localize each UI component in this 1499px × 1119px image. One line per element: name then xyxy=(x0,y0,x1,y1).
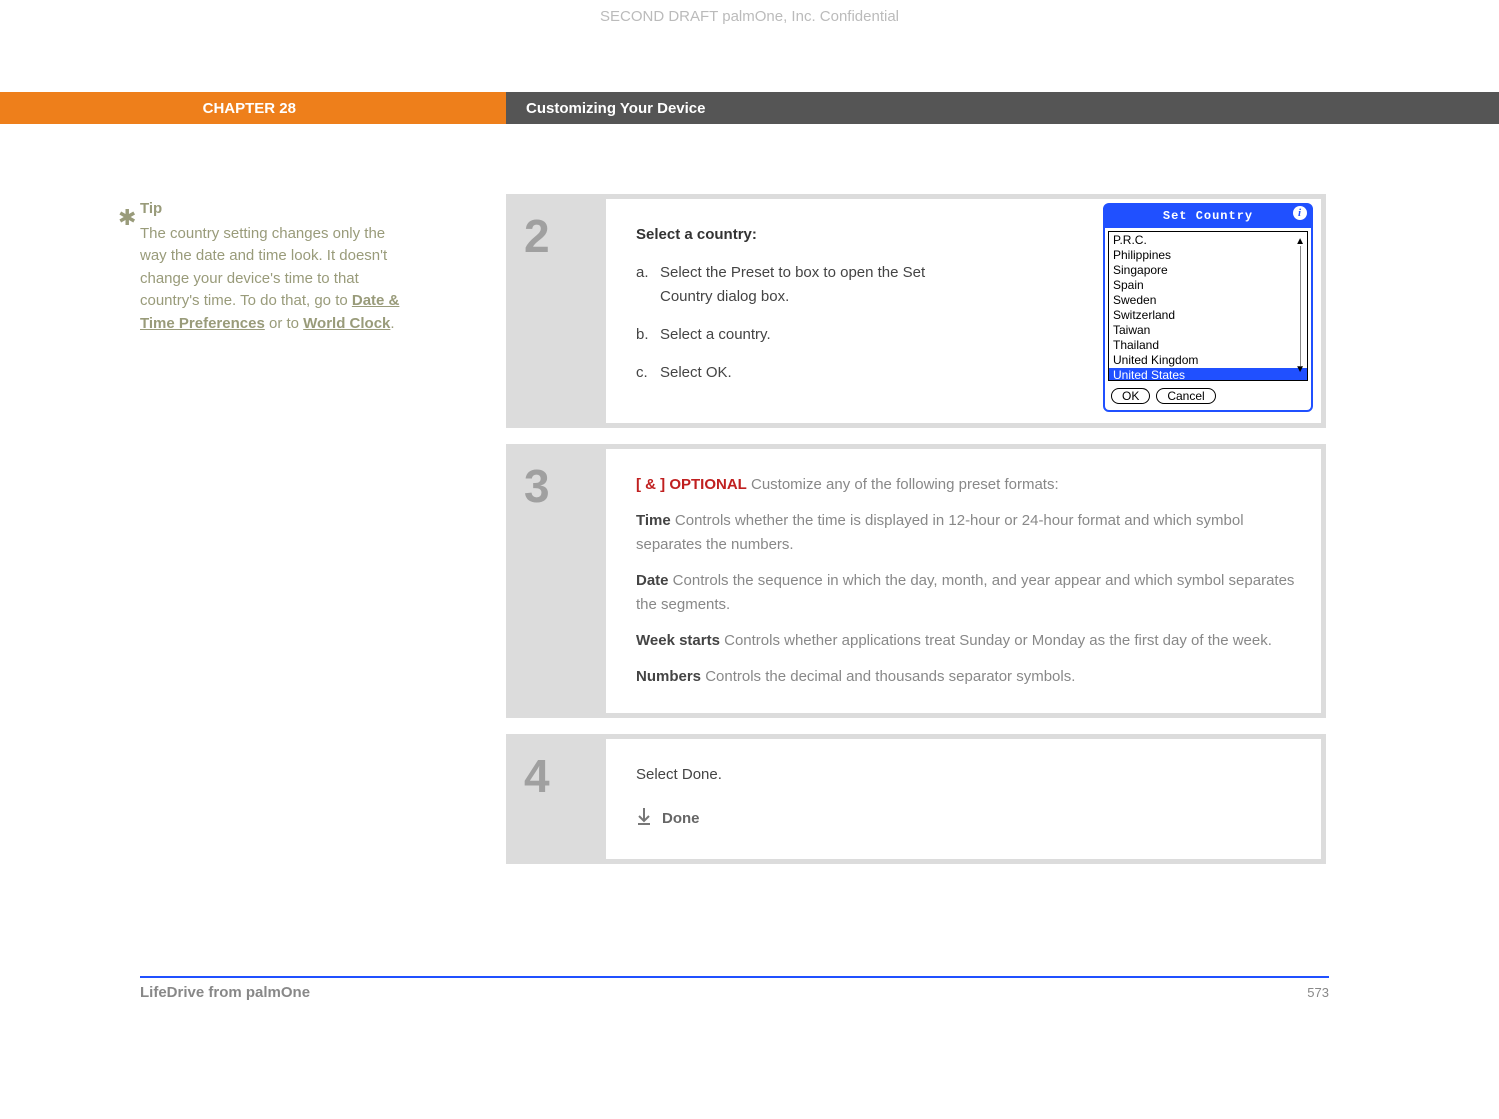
step-2-content: Select a country: a.Select the Preset to… xyxy=(606,199,1321,423)
step-2c-text: Select OK. xyxy=(660,361,732,385)
step-2b-marker: b. xyxy=(636,323,660,347)
list-item[interactable]: Singapore xyxy=(1109,263,1307,278)
set-country-dialog: Set Country i P.R.C. Philippines Singapo… xyxy=(1103,203,1313,412)
step-2-number: 2 xyxy=(506,199,606,423)
page-number: 573 xyxy=(1307,985,1329,1000)
step-4-content: Select Done. Done xyxy=(606,739,1321,859)
step-2a-text: Select the Preset to box to open the Set… xyxy=(660,261,936,309)
ok-button[interactable]: OK xyxy=(1111,388,1150,404)
watermark-header: SECOND DRAFT palmOne, Inc. Confidential xyxy=(0,8,1499,25)
list-item[interactable]: United Kingdom xyxy=(1109,353,1307,368)
list-item[interactable]: Thailand xyxy=(1109,338,1307,353)
optional-tag: [ & ] OPTIONAL xyxy=(636,476,747,493)
step-4-number: 4 xyxy=(506,739,606,859)
time-desc: Controls whether the time is displayed i… xyxy=(636,512,1244,553)
page-footer: LifeDrive from palmOne 573 xyxy=(140,976,1329,1001)
step-3-block: 3 [ & ] OPTIONAL Customize any of the fo… xyxy=(506,444,1326,718)
done-label: Done xyxy=(662,807,700,831)
step-2b-text: Select a country. xyxy=(660,323,771,347)
tip-body-end: . xyxy=(390,315,394,332)
list-item[interactable]: Spain xyxy=(1109,278,1307,293)
country-list[interactable]: P.R.C. Philippines Singapore Spain Swede… xyxy=(1108,231,1308,381)
optional-suffix: Customize any of the following preset fo… xyxy=(747,476,1059,493)
tip-body-mid: or to xyxy=(265,315,303,332)
date-desc: Controls the sequence in which the day, … xyxy=(636,572,1294,613)
list-item[interactable]: Philippines xyxy=(1109,248,1307,263)
step-3-content: [ & ] OPTIONAL Customize any of the foll… xyxy=(606,449,1321,713)
list-item[interactable]: Switzerland xyxy=(1109,308,1307,323)
tip-asterisk-icon: ✱ xyxy=(118,201,136,234)
list-item[interactable]: Sweden xyxy=(1109,293,1307,308)
chapter-title: Customizing Your Device xyxy=(506,92,1499,124)
tip-block: ✱ Tip The country setting changes only t… xyxy=(140,198,400,335)
numbers-label: Numbers xyxy=(636,668,701,685)
step-2-block: 2 Select a country: a.Select the Preset … xyxy=(506,194,1326,428)
list-item[interactable]: Taiwan xyxy=(1109,323,1307,338)
week-starts-label: Week starts xyxy=(636,632,720,649)
step-4-block: 4 Select Done. Done xyxy=(506,734,1326,864)
tip-body-pre: The country setting changes only the way… xyxy=(140,225,387,310)
step-3-number: 3 xyxy=(506,449,606,713)
info-icon[interactable]: i xyxy=(1293,206,1307,220)
date-label: Date xyxy=(636,572,669,589)
dialog-button-row: OK Cancel xyxy=(1105,384,1311,410)
chapter-bar: CHAPTER 28 Customizing Your Device xyxy=(0,92,1499,124)
step-2-heading: Select a country: xyxy=(636,223,936,247)
scroll-track[interactable] xyxy=(1300,246,1301,366)
chapter-number: CHAPTER 28 xyxy=(0,92,506,124)
tip-heading: Tip xyxy=(140,198,400,221)
step-2c-marker: c. xyxy=(636,361,660,385)
step-4-text: Select Done. xyxy=(636,763,1301,787)
cancel-button[interactable]: Cancel xyxy=(1156,388,1215,404)
list-item[interactable]: P.R.C. xyxy=(1109,233,1307,248)
dialog-title-bar: Set Country i xyxy=(1105,205,1311,228)
time-label: Time xyxy=(636,512,671,529)
numbers-desc: Controls the decimal and thousands separ… xyxy=(701,668,1075,685)
week-starts-desc: Controls whether applications treat Sund… xyxy=(720,632,1272,649)
done-row: Done xyxy=(636,803,1301,835)
scroll-down-icon[interactable]: ▼ xyxy=(1295,362,1305,378)
list-item-selected[interactable]: United States xyxy=(1109,368,1307,381)
tip-body: The country setting changes only the way… xyxy=(140,223,400,336)
footer-product-name: LifeDrive from palmOne xyxy=(140,984,310,1001)
done-arrow-icon xyxy=(636,803,652,835)
step-2a-marker: a. xyxy=(636,261,660,309)
world-clock-link[interactable]: World Clock xyxy=(303,315,390,332)
dialog-title-text: Set Country xyxy=(1163,209,1253,223)
steps-column: 2 Select a country: a.Select the Preset … xyxy=(506,194,1326,880)
